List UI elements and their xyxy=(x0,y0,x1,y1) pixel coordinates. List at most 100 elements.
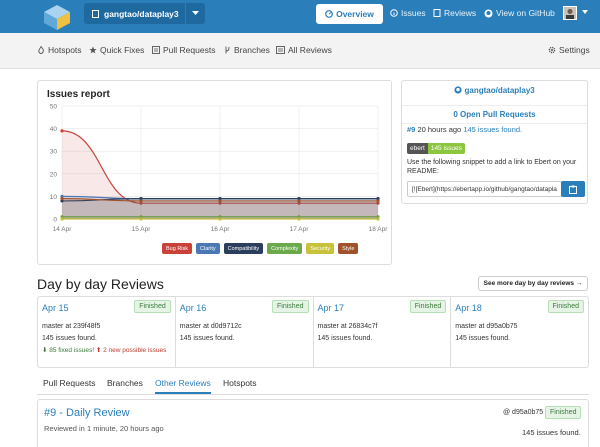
master-commit: master at 239f48f5 xyxy=(42,323,101,330)
day-date-link[interactable]: Apr 16 xyxy=(180,303,207,313)
data-point xyxy=(60,197,64,201)
y-tick-label: 20 xyxy=(50,171,58,178)
badge-right: 145 issues xyxy=(427,143,465,154)
legend-item[interactable]: Bug Risk xyxy=(162,243,193,254)
status-badge: Finished xyxy=(409,300,447,313)
issues-report-panel: Issues report 0 10 20 30 40 50 14 Apr 15 Apr 16 … xyxy=(37,80,392,265)
snippet-instructions: Use the following snippet to add a link … xyxy=(407,159,577,175)
legend-item[interactable]: Style xyxy=(338,243,359,254)
overview-tab[interactable]: Overview xyxy=(316,4,383,24)
master-commit: master at d0d9712c xyxy=(179,323,242,330)
list-icon xyxy=(276,46,285,54)
issues-found: 145 issues found. xyxy=(317,335,373,342)
data-point xyxy=(376,199,380,203)
repo-info-panel: gangtao/dataplay3 0 Open Pull Requests #… xyxy=(401,80,588,204)
settings-link[interactable]: Settings xyxy=(548,45,590,55)
fire-icon xyxy=(38,46,44,54)
status-badge: Finished xyxy=(272,300,309,313)
pull-requests-label: Pull Requests xyxy=(163,45,216,55)
open-pull-requests-link[interactable]: 0 Open Pull Requests xyxy=(402,105,587,124)
day-date-link[interactable]: Apr 15 xyxy=(42,303,69,313)
all-reviews-label: All Reviews xyxy=(288,45,332,55)
tab-other-reviews[interactable]: Other Reviews xyxy=(155,378,211,394)
quick-fixes-link[interactable]: Quick Fixes xyxy=(89,45,144,55)
repo-selector[interactable]: gangtao/dataplay3 xyxy=(84,3,205,24)
issues-label: Issues xyxy=(401,8,426,18)
view-on-github-link[interactable]: View on GitHub xyxy=(484,8,555,18)
repo-title[interactable]: gangtao/dataplay3 xyxy=(402,86,587,95)
all-reviews-link[interactable]: All Reviews xyxy=(276,45,332,55)
legend-item[interactable]: Compatibility xyxy=(223,243,264,254)
new-issues: ⬆ 2 new possible issues xyxy=(95,347,167,354)
data-point xyxy=(218,199,222,203)
pull-request-icon xyxy=(152,46,160,54)
top-navbar: gangtao/dataplay3 Overview Issues Review… xyxy=(0,0,600,33)
data-point xyxy=(60,129,64,133)
x-tick-label: 17 Apr xyxy=(290,226,310,233)
ebert-logo-icon[interactable] xyxy=(42,3,72,31)
dashboard-icon xyxy=(325,10,333,18)
x-tick-label: 15 Apr xyxy=(132,226,152,233)
data-point xyxy=(139,199,143,203)
avatar-chevron-icon[interactable] xyxy=(582,10,588,14)
x-tick-label: 16 Apr xyxy=(211,226,231,233)
star-icon xyxy=(89,46,97,54)
legend-item[interactable]: Complexity xyxy=(267,243,303,254)
hotspots-label: Hotspots xyxy=(48,45,82,55)
pull-requests-link[interactable]: Pull Requests xyxy=(152,45,215,55)
fixed-issues: ⬇ 85 fixed issues! xyxy=(42,347,95,354)
issues-report-title: Issues report xyxy=(47,89,110,100)
clipboard-icon xyxy=(569,185,577,194)
x-tick-label: 14 Apr xyxy=(53,226,73,233)
tab-branches[interactable]: Branches xyxy=(107,378,143,388)
info-icon xyxy=(390,9,398,17)
branches-link[interactable]: Branches xyxy=(224,45,270,55)
review-found-link[interactable]: 145 issues found. xyxy=(463,125,522,134)
legend-item[interactable]: Security xyxy=(306,243,335,254)
master-commit: master at 26834c7f xyxy=(317,323,378,330)
reviews-tabs: Pull Requests Branches Other Reviews Hot… xyxy=(37,375,589,395)
y-tick-label: 50 xyxy=(50,104,58,111)
chevron-down-icon[interactable] xyxy=(185,3,205,24)
tab-hotspots[interactable]: Hotspots xyxy=(223,378,257,388)
day-date-link[interactable]: Apr 17 xyxy=(318,303,345,313)
issues-chart: 0 10 20 30 40 50 14 Apr 15 Apr 16 Apr 17 Apr 18 Ap… xyxy=(50,104,389,234)
day-review-card: Apr 18 Finished master at d95a0b75 145 i… xyxy=(451,297,588,367)
day-review-card: Apr 17 Finished master at 26834c7f 145 i… xyxy=(314,297,452,367)
avatar[interactable] xyxy=(563,6,577,20)
review-title-link[interactable]: #9 - Daily Review xyxy=(44,407,130,419)
repo-title-label: gangtao/dataplay3 xyxy=(464,86,535,95)
chart-legend: Bug Risk Clarity Compatibility Complexity Se… xyxy=(162,243,359,254)
review-commit-hash: @ d95a0b75 xyxy=(503,409,544,416)
reviews-label: Reviews xyxy=(444,8,477,18)
quick-fixes-label: Quick Fixes xyxy=(100,45,145,55)
y-tick-label: 40 xyxy=(50,126,58,133)
see-more-reviews-button[interactable]: See more day by day reviews → xyxy=(478,276,588,291)
user-avatar-icon xyxy=(564,7,576,19)
x-tick-label: 18 Apr xyxy=(369,226,389,233)
reviews-tab[interactable]: Reviews xyxy=(433,8,476,18)
review-number-link[interactable]: #9 xyxy=(407,125,415,134)
github-icon xyxy=(454,86,462,94)
issues-tab[interactable]: Issues xyxy=(390,8,426,18)
y-tick-label: 30 xyxy=(50,149,58,156)
latest-review-row: #9 20 hours ago 145 issues found. xyxy=(402,125,587,134)
branch-icon xyxy=(225,46,230,54)
day-date-link[interactable]: Apr 18 xyxy=(455,303,482,313)
settings-label: Settings xyxy=(559,45,590,55)
legend-item[interactable]: Clarity xyxy=(196,243,220,254)
issues-found: 145 issues found. xyxy=(179,335,235,342)
hotspots-link[interactable]: Hotspots xyxy=(37,45,82,55)
tab-pull-requests[interactable]: Pull Requests xyxy=(43,378,95,388)
day-review-card: Apr 16 Finished master at d0d9712c 145 i… xyxy=(176,297,314,367)
snippet-input[interactable] xyxy=(407,181,562,197)
y-tick-label: 0 xyxy=(53,217,57,224)
day-review-card: Apr 15 Finished master at 239f48f5 145 i… xyxy=(38,297,176,367)
status-badge: Finished xyxy=(547,300,584,313)
y-tick-label: 10 xyxy=(50,194,58,201)
copy-button[interactable] xyxy=(561,181,585,197)
branches-label: Branches xyxy=(234,45,270,55)
github-icon xyxy=(484,9,493,17)
github-label: View on GitHub xyxy=(496,8,555,18)
status-badge: Finished xyxy=(545,406,582,419)
